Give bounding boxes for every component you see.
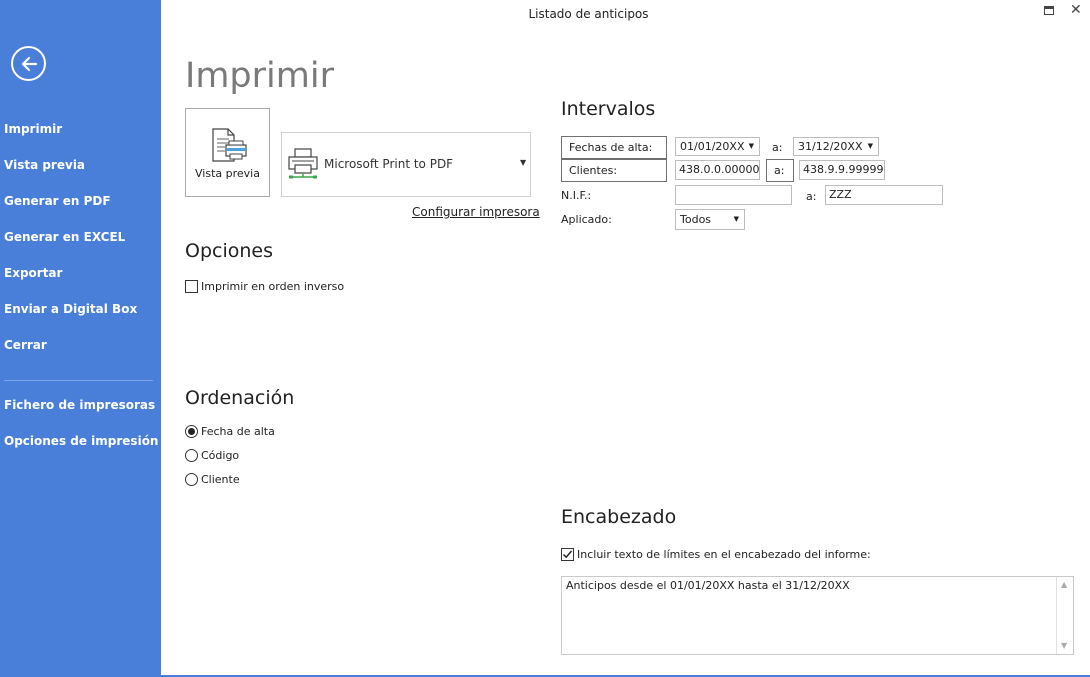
- scroll-up-icon[interactable]: ▲: [1061, 580, 1067, 589]
- intervals-heading: Intervalos: [561, 98, 656, 120]
- sidebar-item-generar-pdf[interactable]: Generar en PDF: [4, 194, 111, 208]
- window-title: Listado de anticipos: [528, 7, 649, 21]
- sidebar-item-vista-previa[interactable]: Vista previa: [4, 158, 85, 172]
- printer-icon: [288, 148, 318, 179]
- chevron-down-icon: ▼: [867, 142, 873, 150]
- cliente-a-button[interactable]: a:: [766, 159, 794, 182]
- chevron-down-icon: ▼: [748, 142, 754, 150]
- clientes-button[interactable]: Clientes:: [561, 159, 667, 182]
- close-icon[interactable]: ✕: [1070, 2, 1082, 18]
- radio-fecha-alta[interactable]: [185, 425, 198, 438]
- nif-a-label: a:: [806, 190, 817, 203]
- sidebar-item-generar-excel[interactable]: Generar en EXCEL: [4, 230, 125, 244]
- radio-fecha-alta-label: Fecha de alta: [201, 425, 275, 438]
- printer-select[interactable]: Microsoft Print to PDF ▼: [281, 132, 531, 197]
- sidebar-item-opciones-impresion[interactable]: Opciones de impresión: [4, 434, 158, 448]
- header-text: Anticipos desde el 01/01/20XX hasta el 3…: [566, 579, 850, 592]
- chevron-down-icon: ▼: [733, 215, 739, 223]
- scrollbar[interactable]: ▲ ▼: [1056, 577, 1073, 654]
- preview-button-label: Vista previa: [195, 167, 260, 180]
- preview-button[interactable]: Vista previa: [185, 108, 270, 197]
- sidebar-item-cerrar[interactable]: Cerrar: [4, 338, 47, 352]
- include-limits-checkbox[interactable]: [561, 548, 574, 561]
- back-arrow-icon[interactable]: [11, 46, 46, 81]
- aplicado-select[interactable]: Todos ▼: [675, 209, 745, 230]
- options-heading: Opciones: [185, 240, 273, 262]
- aplicado-label: Aplicado:: [561, 213, 612, 226]
- ordering-heading: Ordenación: [185, 387, 295, 409]
- checkmark-icon: [562, 550, 573, 559]
- nif-hasta-field[interactable]: ZZZ: [825, 185, 943, 205]
- radio-codigo[interactable]: [185, 449, 198, 462]
- sidebar-item-fichero-impresoras[interactable]: Fichero de impresoras: [4, 398, 155, 412]
- sidebar-item-digital-box[interactable]: Enviar a Digital Box: [4, 302, 137, 316]
- radio-codigo-label: Código: [201, 449, 240, 462]
- header-text-area[interactable]: Anticipos desde el 01/01/20XX hasta el 3…: [561, 576, 1074, 655]
- cliente-hasta-field[interactable]: 438.9.9.99999: [799, 160, 885, 180]
- aplicado-value: Todos: [680, 213, 712, 226]
- fecha-hasta-select[interactable]: 31/12/20XX ▼: [793, 137, 879, 156]
- configure-printer-link[interactable]: Configurar impresora: [412, 205, 540, 219]
- reverse-order-checkbox[interactable]: [185, 280, 198, 293]
- fecha-desde-select[interactable]: 01/01/20XX ▼: [675, 137, 760, 156]
- printer-name: Microsoft Print to PDF: [324, 157, 454, 171]
- fechas-alta-button[interactable]: Fechas de alta:: [561, 136, 667, 159]
- sidebar-item-imprimir[interactable]: Imprimir: [4, 122, 62, 136]
- chevron-down-icon: ▼: [520, 158, 527, 167]
- radio-cliente-label: Cliente: [201, 473, 240, 486]
- reverse-order-label: Imprimir en orden inverso: [201, 280, 345, 293]
- document-preview-icon: [212, 128, 247, 162]
- fecha-desde-value: 01/01/20XX: [680, 140, 745, 153]
- sidebar-item-exportar[interactable]: Exportar: [4, 266, 62, 280]
- scroll-down-icon[interactable]: ▼: [1061, 641, 1067, 650]
- fecha-hasta-value: 31/12/20XX: [798, 140, 863, 153]
- nif-desde-field[interactable]: [675, 185, 792, 205]
- cliente-desde-field[interactable]: 438.0.0.00000: [675, 160, 760, 180]
- nif-label: N.I.F.:: [561, 189, 592, 202]
- sidebar: Imprimir Vista previa Generar en PDF Gen…: [0, 0, 161, 677]
- fecha-a-label: a:: [772, 141, 783, 154]
- radio-cliente[interactable]: [185, 473, 198, 486]
- sidebar-divider: [4, 380, 153, 381]
- page-title: Imprimir: [185, 56, 334, 96]
- maximize-icon[interactable]: [1044, 6, 1054, 15]
- include-limits-label: Incluir texto de límites en el encabezad…: [577, 548, 871, 561]
- header-heading: Encabezado: [561, 506, 677, 528]
